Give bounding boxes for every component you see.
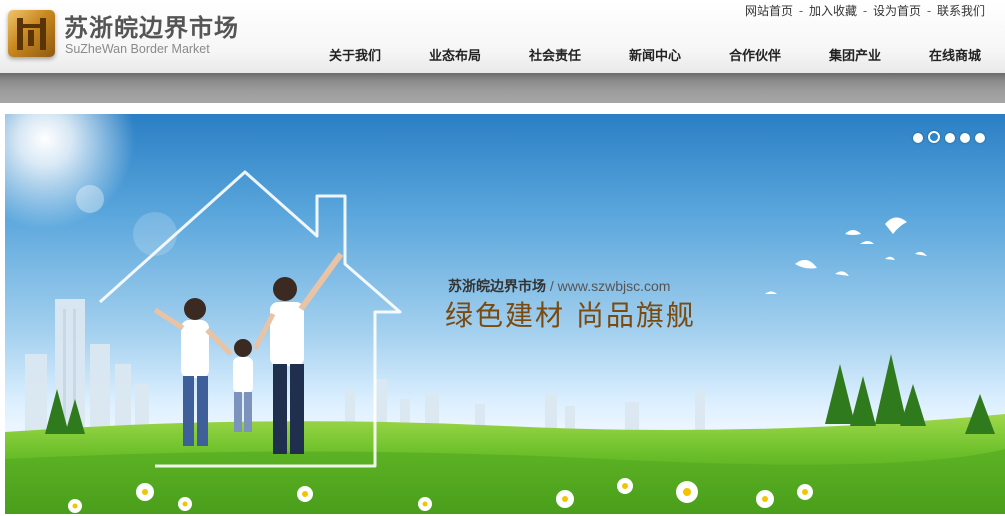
slide-dot-4[interactable]	[960, 133, 970, 143]
site-header: 苏浙皖边界市场 SuZheWan Border Market 网站首页 - 加入…	[0, 0, 1005, 73]
home-link[interactable]: 网站首页	[745, 4, 793, 18]
link-separator: -	[859, 4, 871, 18]
site-subtitle: SuZheWan Border Market	[65, 42, 210, 56]
nav-group-industry[interactable]: 集团产业	[805, 45, 905, 64]
nav-partners[interactable]: 合作伙伴	[705, 45, 805, 64]
nav-business-layout[interactable]: 业态布局	[405, 45, 505, 64]
hero-banner[interactable]: 苏浙皖边界市场 / www.szwbjsc.com 绿色建材 尚品旗舰	[5, 114, 1005, 514]
link-separator: -	[795, 4, 808, 18]
link-separator: -	[923, 4, 935, 18]
header-shadow-band	[0, 73, 1005, 103]
site-title: 苏浙皖边界市场	[64, 14, 239, 42]
nav-social-responsibility[interactable]: 社会责任	[505, 45, 605, 64]
set-homepage-link[interactable]: 设为首页	[873, 4, 921, 18]
sun-icon	[5, 114, 135, 229]
main-nav: 关于我们 业态布局 社会责任 新闻中心 合作伙伴 集团产业 在线商城	[305, 45, 1005, 65]
contact-us-link[interactable]: 联系我们	[937, 4, 985, 18]
nav-news-center[interactable]: 新闻中心	[605, 45, 705, 64]
slide-indicator	[908, 128, 985, 147]
slide-dot-3[interactable]	[945, 133, 955, 143]
add-favorite-link[interactable]: 加入收藏	[809, 4, 857, 18]
slide-dot-1[interactable]	[913, 133, 923, 143]
top-links: 网站首页 - 加入收藏 - 设为首页 - 联系我们	[745, 2, 985, 19]
banner-slogan: 绿色建材 尚品旗舰	[445, 299, 696, 332]
banner-url[interactable]: / www.szwbjsc.com	[546, 278, 671, 294]
banner-company-name: 苏浙皖边界市场	[448, 279, 546, 295]
logo-icon[interactable]	[8, 10, 55, 57]
slide-dot-5[interactable]	[975, 133, 985, 143]
doves	[765, 217, 927, 294]
banner-company-line: 苏浙皖边界市场 / www.szwbjsc.com	[448, 276, 670, 296]
nav-online-mall[interactable]: 在线商城	[905, 45, 1005, 64]
nav-about-us[interactable]: 关于我们	[305, 45, 405, 64]
slide-dot-2[interactable]	[928, 131, 940, 143]
